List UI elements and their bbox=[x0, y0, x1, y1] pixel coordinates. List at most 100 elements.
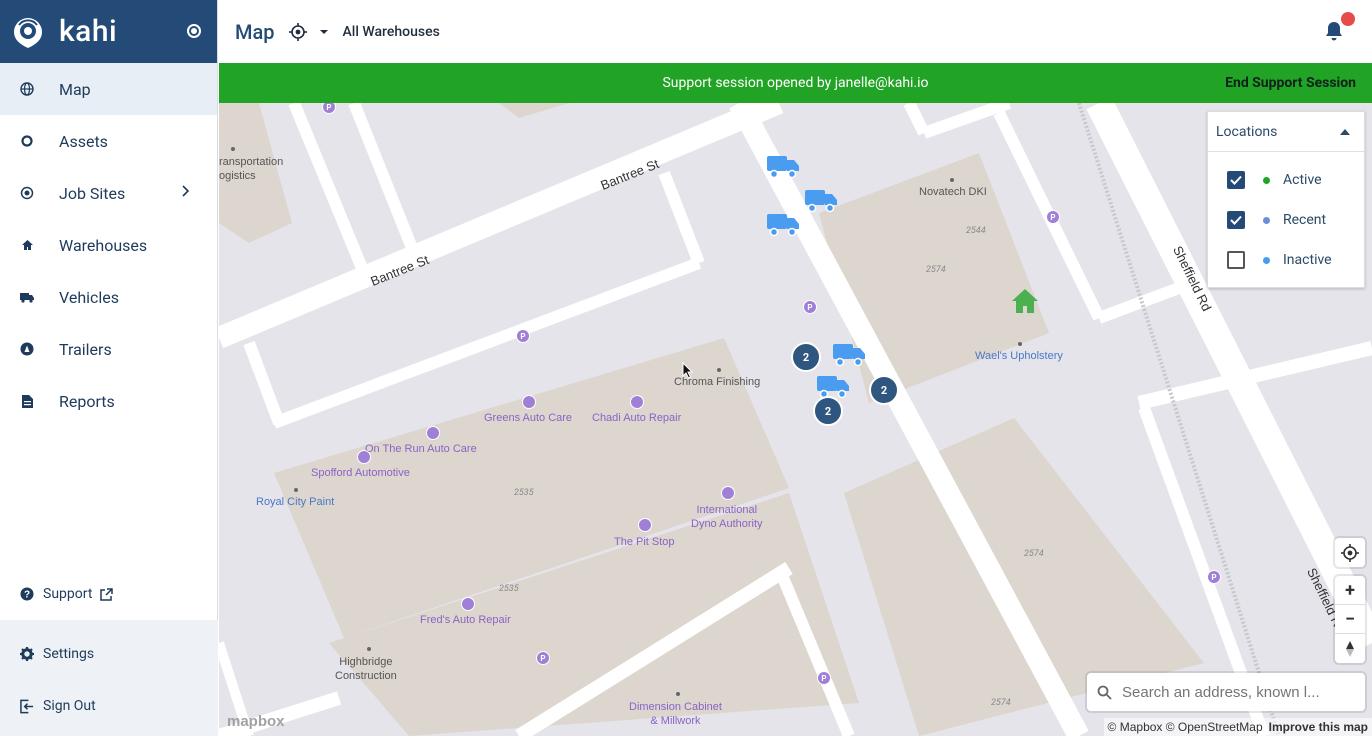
legend-item-recent[interactable]: Recent bbox=[1208, 200, 1364, 240]
place-label: The Pit Stop bbox=[614, 536, 675, 548]
car-repair-pin[interactable] bbox=[522, 395, 536, 409]
place-label: Wael's Upholstery bbox=[975, 350, 1063, 362]
car-repair-pin[interactable] bbox=[426, 426, 440, 440]
truck-icon bbox=[20, 290, 34, 304]
plus-icon: + bbox=[1345, 579, 1355, 601]
car-repair-pin[interactable] bbox=[461, 597, 475, 611]
zoom-out-button[interactable]: − bbox=[1335, 605, 1365, 634]
mapbox-logo[interactable]: mapbox bbox=[227, 713, 285, 730]
parking-pin[interactable]: P bbox=[516, 329, 530, 343]
crosshair-icon[interactable] bbox=[288, 22, 307, 41]
building-number: 2574 bbox=[991, 698, 1011, 708]
car-repair-pin[interactable] bbox=[630, 395, 644, 409]
map-base-layer bbox=[219, 103, 1372, 736]
zoom-in-button[interactable]: + bbox=[1335, 576, 1365, 605]
account-target-icon[interactable] bbox=[187, 24, 201, 38]
nav-item-job-sites[interactable]: Job Sites bbox=[0, 167, 217, 219]
place-label: Fred's Auto Repair bbox=[420, 614, 511, 626]
search-icon bbox=[1097, 685, 1112, 700]
brand-header: kahi bbox=[0, 0, 217, 63]
legend-item-active[interactable]: Active bbox=[1208, 160, 1364, 200]
nav-item-vehicles[interactable]: Vehicles bbox=[0, 271, 217, 323]
zoom-control: + − bbox=[1335, 576, 1365, 663]
nav-item-assets[interactable]: Assets bbox=[0, 115, 217, 167]
vehicle-marker-truck-icon[interactable] bbox=[832, 342, 866, 368]
checkbox-checked[interactable] bbox=[1227, 171, 1245, 189]
settings-link[interactable]: Settings bbox=[0, 628, 218, 680]
building-number: 2574 bbox=[926, 265, 946, 275]
nav-item-warehouses[interactable]: Warehouses bbox=[0, 219, 217, 271]
nav-label-assets: Assets bbox=[59, 131, 108, 151]
parking-pin[interactable]: P bbox=[1207, 570, 1221, 584]
signout-link[interactable]: Sign Out bbox=[0, 680, 218, 732]
legend-item-inactive[interactable]: Inactive bbox=[1208, 240, 1364, 280]
improve-map-link[interactable]: Improve this map bbox=[1269, 720, 1368, 734]
nav-item-reports[interactable]: Reports bbox=[0, 375, 217, 427]
warehouse-filter[interactable]: All Warehouses bbox=[343, 24, 440, 40]
locations-legend: Locations Active Recent Inactive bbox=[1207, 111, 1365, 288]
car-repair-pin[interactable] bbox=[721, 486, 735, 500]
compass-button[interactable] bbox=[1335, 634, 1365, 663]
support-link[interactable]: ? Support bbox=[0, 568, 218, 620]
parking-pin[interactable]: P bbox=[536, 651, 550, 665]
checkbox-checked[interactable] bbox=[1227, 211, 1245, 229]
cluster-marker[interactable]: 2 bbox=[813, 396, 843, 426]
map-attribution: © Mapbox © OpenStreetMap Improve this ma… bbox=[1103, 718, 1372, 736]
nav-label-warehouses: Warehouses bbox=[59, 235, 148, 255]
vehicle-marker-truck-icon[interactable] bbox=[766, 212, 800, 238]
map-search-box[interactable] bbox=[1087, 673, 1365, 711]
attribution-text[interactable]: © Mapbox © OpenStreetMap bbox=[1108, 720, 1263, 734]
top-bar: Map All Warehouses bbox=[219, 0, 1372, 63]
parking-pin[interactable]: P bbox=[803, 300, 817, 314]
nav-label-vehicles: Vehicles bbox=[59, 287, 120, 307]
status-dot bbox=[1263, 256, 1270, 264]
vehicle-marker-truck-icon[interactable] bbox=[766, 154, 800, 180]
target-icon bbox=[20, 186, 34, 200]
building-number: 2535 bbox=[514, 488, 534, 498]
nav-label-map: Map bbox=[59, 79, 91, 99]
car-repair-pin[interactable] bbox=[357, 450, 371, 464]
place-dot bbox=[367, 647, 371, 651]
chevron-right-icon bbox=[182, 185, 189, 197]
parking-pin[interactable]: P bbox=[817, 671, 831, 685]
nav-item-trailers[interactable]: Trailers bbox=[0, 323, 217, 375]
place-label: ransportation ogistics bbox=[219, 156, 284, 182]
map-search-input[interactable] bbox=[1122, 683, 1352, 701]
warehouse-marker-home-icon[interactable] bbox=[1011, 288, 1039, 314]
vehicle-marker-truck-icon[interactable] bbox=[804, 188, 838, 214]
nav-item-map[interactable]: Map bbox=[0, 63, 217, 115]
building-number: 2535 bbox=[499, 584, 519, 594]
svg-text:?: ? bbox=[24, 590, 30, 601]
mouse-cursor-icon bbox=[682, 362, 694, 379]
notification-badge bbox=[1341, 12, 1355, 26]
cluster-marker[interactable]: 2 bbox=[869, 375, 899, 405]
brand-name: kahi bbox=[59, 14, 118, 49]
tag-icon bbox=[20, 134, 34, 148]
cluster-marker[interactable]: 2 bbox=[791, 342, 821, 372]
document-icon bbox=[20, 394, 34, 408]
parking-pin[interactable]: P bbox=[1046, 210, 1060, 224]
legend-header[interactable]: Locations bbox=[1208, 112, 1364, 152]
settings-label: Settings bbox=[43, 646, 95, 662]
trailer-icon bbox=[20, 342, 34, 356]
place-label: On The Run Auto Care bbox=[365, 443, 477, 455]
place-dot bbox=[1018, 342, 1022, 346]
place-dot bbox=[676, 692, 680, 696]
car-repair-pin[interactable] bbox=[638, 518, 652, 532]
signout-label: Sign Out bbox=[43, 698, 96, 714]
building-number: 2544 bbox=[966, 226, 986, 236]
checkbox-unchecked[interactable] bbox=[1227, 251, 1245, 269]
map-canvas[interactable]: Bantree St Bantree St Sheffield Rd Sheff… bbox=[219, 103, 1372, 736]
geolocate-button[interactable] bbox=[1335, 538, 1365, 567]
support-message: Support session opened by janelle@kahi.i… bbox=[662, 75, 929, 91]
place-dot bbox=[950, 178, 954, 182]
place-label: Spofford Automotive bbox=[311, 467, 410, 479]
gear-icon bbox=[20, 647, 34, 661]
globe-icon bbox=[20, 82, 34, 96]
geolocate-control[interactable] bbox=[1335, 538, 1365, 567]
end-support-session-button[interactable]: End Support Session bbox=[1225, 75, 1356, 91]
place-label: Highbridge Construction bbox=[335, 656, 397, 682]
place-label: Novatech DKI bbox=[919, 186, 987, 198]
caret-down-icon[interactable] bbox=[319, 29, 329, 35]
place-label: Royal City Paint bbox=[256, 496, 335, 508]
